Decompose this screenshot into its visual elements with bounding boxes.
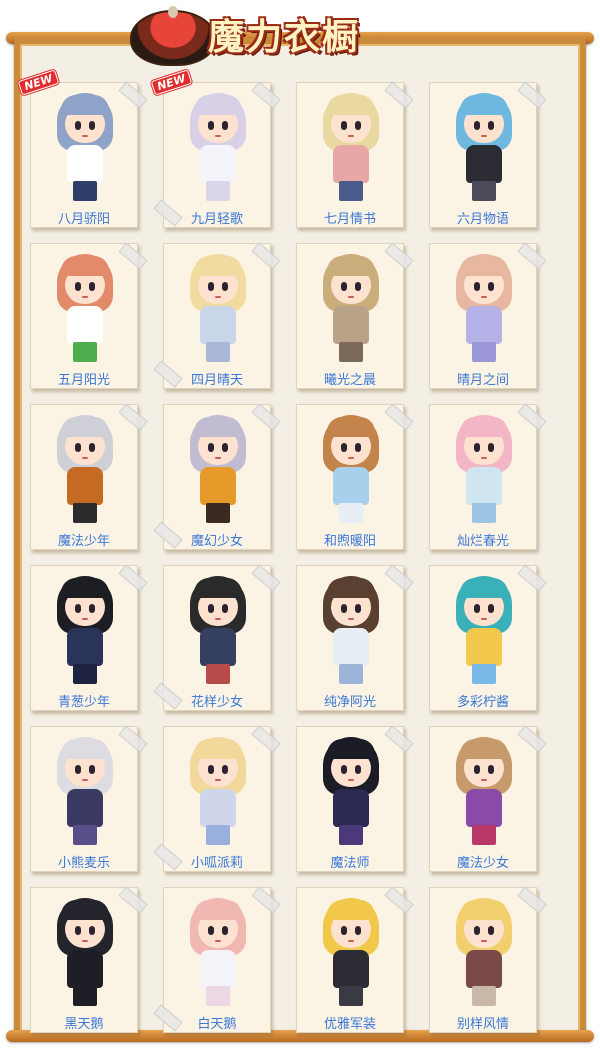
outfit-card[interactable]: 花样少女 [153, 564, 281, 711]
avatar [53, 896, 117, 1008]
outfit-card[interactable]: 魔法少年 [30, 403, 148, 550]
outfit-name: 魔法少女 [456, 856, 509, 871]
tape-strip [251, 81, 281, 109]
outfit-name: 九月轻歌 [190, 212, 243, 227]
outfit-name: 五月阳光 [57, 373, 110, 388]
avatar [452, 896, 516, 1008]
tape-strip [118, 242, 148, 270]
outfit-name: 黑天鹅 [64, 1017, 104, 1032]
outfit-card[interactable]: 九月轻歌 NEW [150, 69, 281, 228]
outfit-card[interactable]: 小呱派莉 [153, 725, 281, 872]
outfit-name: 晴月之间 [456, 373, 509, 388]
avatar [319, 91, 383, 203]
avatar [186, 896, 250, 1008]
page-title: 魔力衣橱 [208, 16, 361, 58]
avatar [452, 735, 516, 847]
tape-strip [384, 242, 414, 270]
outfit-name: 六月物语 [456, 212, 509, 227]
outfit-name: 白天鹅 [197, 1017, 237, 1032]
outfit-card[interactable]: 魔法少女 [429, 725, 547, 872]
tape-strip [118, 886, 148, 914]
avatar [319, 735, 383, 847]
avatar [186, 574, 250, 686]
tape-strip [384, 81, 414, 109]
outfit-name: 青葱少年 [57, 695, 110, 710]
outfit-name: 八月骄阳 [57, 212, 110, 227]
outfit-card[interactable]: 优雅军装 [296, 886, 414, 1033]
tape-strip [384, 886, 414, 914]
tape-strip [118, 403, 148, 431]
avatar [186, 413, 250, 525]
tape-strip [251, 403, 281, 431]
outfit-name: 花样少女 [190, 695, 243, 710]
avatar [53, 91, 117, 203]
avatar [319, 252, 383, 364]
outfit-card[interactable]: 五月阳光 [30, 242, 148, 389]
outfit-card[interactable]: 白天鹅 [153, 886, 281, 1033]
outfit-card[interactable]: 八月骄阳 NEW [17, 69, 148, 228]
outfit-name: 曦光之晨 [323, 373, 376, 388]
outfit-grid: 八月骄阳 NEW 九月轻歌 NEW 七月情书 六月物语五月阳光 四月晴天 曦光之晨 晴月之间魔法… [17, 69, 547, 1033]
avatar [452, 413, 516, 525]
outfit-name: 灿烂春光 [456, 534, 509, 549]
header-banner: 魔力衣橱 [130, 2, 390, 66]
tape-strip [384, 725, 414, 753]
tape-strip [118, 725, 148, 753]
outfit-name: 魔法少年 [57, 534, 110, 549]
outfit-name: 魔幻少女 [190, 534, 243, 549]
outfit-name: 七月情书 [323, 212, 376, 227]
avatar [186, 252, 250, 364]
avatar [452, 574, 516, 686]
outfit-card[interactable]: 纯净阿光 [296, 564, 414, 711]
hotpot-bowl-icon [130, 6, 216, 66]
outfit-name: 别样风情 [456, 1017, 509, 1032]
tape-strip [384, 403, 414, 431]
avatar [53, 252, 117, 364]
outfit-card[interactable]: 晴月之间 [429, 242, 547, 389]
outfit-card[interactable]: 四月晴天 [153, 242, 281, 389]
tape-strip [118, 81, 148, 109]
avatar [186, 91, 250, 203]
outfit-card[interactable]: 灿烂春光 [429, 403, 547, 550]
outfit-name: 和煦暖阳 [323, 534, 376, 549]
outfit-card[interactable]: 曦光之晨 [296, 242, 414, 389]
outfit-card[interactable]: 黑天鹅 [30, 886, 148, 1033]
outfit-name: 优雅军装 [323, 1017, 376, 1032]
avatar [53, 413, 117, 525]
outfit-name: 小呱派莉 [190, 856, 243, 871]
outfit-name: 多彩柠酱 [456, 695, 509, 710]
outfit-name: 小熊麦乐 [57, 856, 110, 871]
avatar [53, 574, 117, 686]
outfit-card[interactable]: 魔法师 [296, 725, 414, 872]
outfit-card[interactable]: 别样风情 [429, 886, 547, 1033]
tape-strip [118, 564, 148, 592]
tape-strip [251, 886, 281, 914]
tape-strip [251, 725, 281, 753]
tape-strip [384, 564, 414, 592]
avatar [319, 896, 383, 1008]
outfit-card[interactable]: 青葱少年 [30, 564, 148, 711]
avatar [452, 91, 516, 203]
outfit-card[interactable]: 魔幻少女 [153, 403, 281, 550]
outfit-card[interactable]: 七月情书 [296, 81, 414, 228]
outfit-card[interactable]: 和煦暖阳 [296, 403, 414, 550]
tape-strip [251, 564, 281, 592]
avatar [319, 413, 383, 525]
avatar [53, 735, 117, 847]
outfit-card[interactable]: 六月物语 [429, 81, 547, 228]
outfit-name: 四月晴天 [190, 373, 243, 388]
outfit-name: 纯净阿光 [323, 695, 376, 710]
outfit-card[interactable]: 多彩柠酱 [429, 564, 547, 711]
outfit-name: 魔法师 [330, 856, 370, 871]
tape-strip [251, 242, 281, 270]
outfit-card[interactable]: 小熊麦乐 [30, 725, 148, 872]
avatar [319, 574, 383, 686]
avatar [186, 735, 250, 847]
avatar [452, 252, 516, 364]
